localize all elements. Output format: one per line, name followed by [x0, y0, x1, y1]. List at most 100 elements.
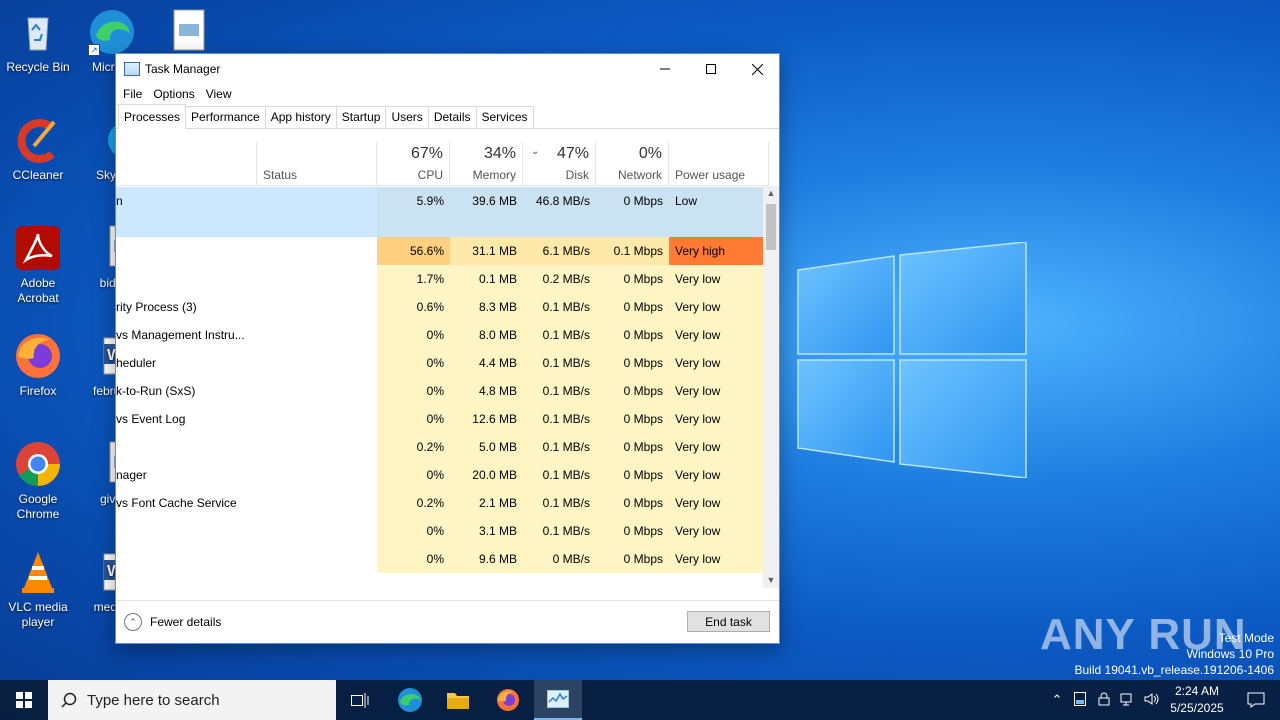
cell-cpu: 0%: [377, 321, 450, 349]
process-row[interactable]: rity Process (3) 0.6% 8.3 MB 0.1 MB/s 0 Mbps…: [116, 293, 763, 321]
vlc-cone-icon: [14, 548, 62, 596]
desktop-icon-google-chrome[interactable]: Google Chrome: [0, 440, 76, 522]
scroll-thumb[interactable]: [766, 204, 776, 250]
column-header-memory[interactable]: 34% Memory: [450, 142, 523, 186]
scroll-up-icon[interactable]: ▲: [763, 186, 779, 202]
column-label: Disk: [565, 168, 589, 182]
process-row[interactable]: 0% 3.1 MB 0.1 MB/s 0 Mbps Very low: [116, 517, 763, 545]
cell-network: 0 Mbps: [596, 545, 669, 573]
vpn-icon[interactable]: [1092, 692, 1116, 709]
column-total: 34%: [483, 145, 516, 162]
process-row[interactable]: vs Font Cache Service 0.2% 2.1 MB 0.1 MB/s 0…: [116, 489, 763, 517]
cell-network: 0 Mbps: [596, 265, 669, 293]
process-row[interactable]: nager 0% 20.0 MB 0.1 MB/s 0 Mbps Very low: [116, 461, 763, 489]
cell-cpu: 5.9%: [377, 187, 450, 237]
cell-power: Very low: [669, 545, 763, 573]
column-header-name[interactable]: [116, 142, 257, 186]
column-header-power[interactable]: Power usage: [669, 142, 769, 186]
tab-details[interactable]: Details: [427, 106, 477, 128]
footer-bar: ⌃ Fewer details End task: [116, 600, 779, 644]
action-center-button[interactable]: [1232, 680, 1280, 720]
vertical-scrollbar[interactable]: ▲ ▼: [763, 186, 779, 588]
taskbar-search-box[interactable]: Type here to search: [48, 680, 336, 720]
show-hidden-icons-chevron-icon[interactable]: ⌃: [1046, 692, 1068, 708]
cell-disk: 0.1 MB/s: [523, 489, 596, 517]
network-icon[interactable]: [1116, 692, 1140, 709]
storage-icon[interactable]: [1068, 691, 1092, 709]
process-row[interactable]: 1.7% 0.1 MB 0.2 MB/s 0 Mbps Very low: [116, 265, 763, 293]
cell-power: Very low: [669, 349, 763, 377]
process-row[interactable]: heduler 0% 4.4 MB 0.1 MB/s 0 Mbps Very low: [116, 349, 763, 377]
process-row[interactable]: vs Event Log 0% 12.6 MB 0.1 MB/s 0 Mbps Very …: [116, 405, 763, 433]
edge-icon: [398, 688, 422, 712]
cell-name: n: [116, 194, 123, 208]
watermark-line: Windows 10 Pro: [1186, 647, 1274, 661]
cell-name: heduler: [116, 356, 157, 370]
menu-view[interactable]: View: [205, 84, 238, 104]
column-header-cpu[interactable]: 67% CPU: [377, 142, 450, 186]
menu-options[interactable]: Options: [152, 84, 200, 104]
cell-disk: 0.1 MB/s: [523, 517, 596, 545]
search-icon: [61, 692, 77, 708]
taskbar-task-manager[interactable]: [534, 680, 582, 720]
process-row[interactable]: vs Management Instru... 0% 8.0 MB 0.1 MB/s 0…: [116, 321, 763, 349]
tab-users[interactable]: Users: [385, 106, 429, 128]
menu-file[interactable]: File: [122, 84, 148, 104]
tab-processes[interactable]: Processes: [118, 104, 187, 129]
volume-icon[interactable]: [1140, 692, 1164, 709]
process-row[interactable]: k-to-Run (SxS) 0% 4.8 MB 0.1 MB/s 0 Mbps Very…: [116, 377, 763, 405]
desktop-icon-vlc[interactable]: VLC media player: [0, 548, 76, 630]
end-task-button[interactable]: End task: [687, 611, 770, 632]
process-row[interactable]: 56.6% 31.1 MB 6.1 MB/s 0.1 Mbps Very high: [116, 237, 763, 265]
task-view-button[interactable]: [336, 680, 384, 720]
cell-cpu: 0%: [377, 405, 450, 433]
system-tray: ⌃: [1046, 680, 1164, 720]
column-label: Memory: [472, 168, 516, 182]
tab-services[interactable]: Services: [475, 106, 534, 128]
cell-cpu: 0%: [377, 349, 450, 377]
close-icon: [751, 63, 763, 75]
desktop-icon-adobe-acrobat[interactable]: Adobe Acrobat: [0, 224, 76, 306]
close-button[interactable]: [734, 54, 780, 84]
window-title: Task Manager: [145, 62, 221, 76]
tab-startup[interactable]: Startup: [335, 106, 387, 128]
desktop-icon-label: Google Chrome: [16, 492, 60, 521]
taskbar: Type here to search ⌃ 2:24 AM 5/25/2025: [0, 680, 1280, 720]
cell-name: [116, 237, 377, 265]
cell-memory: 5.0 MB: [450, 433, 523, 461]
scroll-down-icon[interactable]: ▼: [763, 572, 779, 588]
taskbar-firefox[interactable]: [484, 680, 532, 720]
process-row[interactable]: 0% 9.6 MB 0 MB/s 0 Mbps Very low: [116, 545, 763, 573]
minimize-icon: [660, 68, 670, 70]
cell-name: rity Process (3): [116, 300, 197, 314]
fewer-details-button[interactable]: ⌃ Fewer details: [124, 613, 221, 631]
desktop-icon-firefox[interactable]: Firefox: [0, 332, 76, 399]
desktop-icon-ccleaner[interactable]: CCleaner: [0, 116, 76, 183]
taskbar-file-explorer[interactable]: [434, 680, 482, 720]
taskbar-clock[interactable]: 2:24 AM 5/25/2025: [1162, 683, 1232, 717]
maximize-button[interactable]: [688, 54, 734, 84]
clock-time: 2:24 AM: [1174, 684, 1220, 698]
cell-network: 0.1 Mbps: [596, 237, 669, 265]
cell-memory: 4.4 MB: [450, 349, 523, 377]
cell-network: 0 Mbps: [596, 433, 669, 461]
column-header-network[interactable]: 0% Network: [596, 142, 669, 186]
task-manager-icon: [124, 62, 140, 76]
process-row[interactable]: n 5.9% 39.6 MB 46.8 MB/s 0 Mbps Low: [116, 187, 763, 237]
minimize-button[interactable]: [642, 54, 688, 84]
cell-disk: 6.1 MB/s: [523, 237, 596, 265]
process-row[interactable]: 0.2% 5.0 MB 0.1 MB/s 0 Mbps Very low: [116, 433, 763, 461]
desktop-icon-recycle-bin[interactable]: Recycle Bin: [0, 8, 76, 75]
taskbar-edge[interactable]: [386, 680, 434, 720]
tab-performance[interactable]: Performance: [185, 106, 266, 128]
column-header-status[interactable]: Status: [257, 142, 377, 186]
cell-power: Very low: [669, 265, 763, 293]
start-button[interactable]: [0, 680, 48, 720]
title-bar[interactable]: Task Manager: [116, 54, 779, 84]
tab-app-history[interactable]: App history: [264, 106, 337, 128]
cell-power: Low: [669, 187, 763, 237]
column-header-disk[interactable]: ⌄ 47% Disk: [523, 142, 596, 186]
cell-disk: 0.1 MB/s: [523, 405, 596, 433]
adobe-acrobat-icon: [14, 224, 62, 272]
cell-cpu: 0.2%: [377, 489, 450, 517]
